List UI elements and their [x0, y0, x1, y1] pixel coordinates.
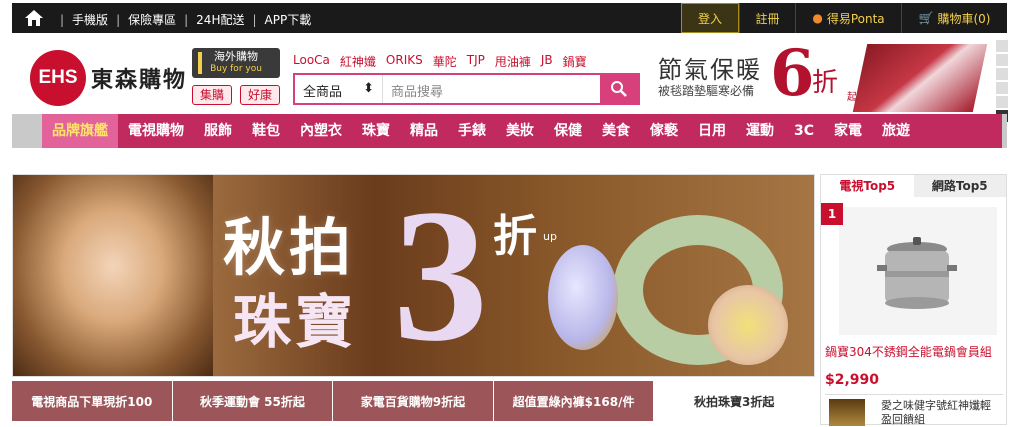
banner-tab-active[interactable]: 秋拍珠寶3折起 [654, 381, 815, 421]
nav-item[interactable]: 精品 [400, 114, 448, 148]
brand-link[interactable]: 鍋寶 [563, 53, 587, 70]
product-price: $2,990 [825, 372, 880, 388]
product-image-2[interactable] [829, 399, 865, 426]
nav-item[interactable]: 傢褻 [640, 114, 688, 148]
carousel-dot[interactable] [996, 96, 1008, 108]
cart-link[interactable]: 🛒 購物車(0) [901, 3, 1007, 33]
deals-button[interactable]: 好康 [240, 85, 280, 105]
tab-tv-top5[interactable]: 電視Top5 [821, 175, 914, 197]
search-button[interactable] [600, 75, 638, 103]
bedding-image [852, 44, 988, 112]
top5-panel: 電視Top5 網路Top5 1 鍋寶304不銹鋼全能電鍋會員組 $2,990 愛… [820, 174, 1007, 427]
promo-banner[interactable]: 節氣保暖 被毯踏墊驅寒必備 6 折 起 [652, 40, 992, 112]
nav-item[interactable]: 美食 [592, 114, 640, 148]
banner-tab[interactable]: 電視商品下單現折100 [12, 381, 173, 421]
brand-link[interactable]: JB [541, 53, 553, 70]
banner-tab[interactable]: 超值置綠內褲$168/件 [493, 381, 655, 421]
rank-badge: 1 [821, 203, 843, 225]
link-mobile[interactable]: 手機版 [72, 11, 108, 28]
brand-links: LooCa 紅神孅 ORIKS 華陀 TJP 甩油褲 JB 鍋寶 [293, 53, 587, 70]
top-links: | 手機版 | 保險專區 | 24H配送 | APP下載 [60, 11, 312, 28]
carousel-dot[interactable] [996, 54, 1008, 66]
ring-image [708, 285, 788, 365]
top-bar: | 手機版 | 保險專區 | 24H配送 | APP下載 登入 註冊 ● 得易P… [12, 3, 1007, 33]
product-image[interactable] [839, 207, 997, 335]
login-button[interactable]: 登入 [681, 3, 739, 33]
hero-banner[interactable]: 3 秋拍 珠寶 折 up [12, 174, 815, 377]
product-name[interactable]: 鍋寶304不銹鋼全能電鍋會員組 [825, 343, 1005, 360]
pendant-image [548, 245, 618, 350]
tab-online-top5[interactable]: 網路Top5 [913, 175, 1006, 197]
register-button[interactable]: 註冊 [739, 3, 795, 33]
product-name-2[interactable]: 愛之味健字號紅神孅輕盈回饋組 [881, 399, 1001, 427]
brand-link[interactable]: LooCa [293, 53, 330, 70]
nav-item[interactable]: 家電 [824, 114, 872, 148]
nav-item[interactable]: 運動 [736, 114, 784, 148]
banner-tabs: 電視商品下單現折100 秋季運動會 55折起 家電百貨購物9折起 超值置綠內褲$… [12, 381, 815, 421]
rice-cooker-image [877, 237, 957, 309]
nav-item[interactable]: 3C [784, 114, 824, 148]
nav-item[interactable]: 手錶 [448, 114, 496, 148]
model-image [13, 175, 213, 376]
brand-link[interactable]: ORIKS [386, 53, 423, 70]
ponta-link[interactable]: ● 得易Ponta [795, 3, 901, 33]
promo-carousel-dots [996, 40, 1008, 124]
nav-item[interactable]: 旅遊 [872, 114, 920, 148]
group-buy-button[interactable]: 集購 [192, 85, 232, 105]
nav-item[interactable]: 日用 [688, 114, 736, 148]
brand-link[interactable]: TJP [467, 53, 485, 70]
carousel-dot[interactable] [996, 68, 1008, 80]
banner-tab[interactable]: 秋季運動會 55折起 [172, 381, 334, 421]
link-24h-delivery[interactable]: 24H配送 [196, 11, 244, 28]
ponta-icon: ● [812, 11, 823, 25]
nav-item[interactable]: 電視購物 [118, 114, 194, 148]
link-app-download[interactable]: APP下載 [265, 11, 312, 28]
category-nav: 品牌旗艦 電視購物 服飾 鞋包 內塑衣 珠寶 精品 手錶 美妝 保健 美食 傢褻… [12, 114, 1007, 148]
nav-item[interactable]: 內塑衣 [290, 114, 352, 148]
banner-tab[interactable]: 家電百貨購物9折起 [333, 381, 494, 421]
nav-item[interactable]: 服飾 [194, 114, 242, 148]
home-icon[interactable] [24, 8, 44, 28]
search-input[interactable]: 商品搜尋 [383, 75, 600, 103]
logo-mark[interactable]: EHS [30, 50, 86, 106]
nav-item[interactable]: 保健 [544, 114, 592, 148]
logo-text[interactable]: 東森購物 [91, 62, 187, 94]
search-icon [611, 81, 627, 97]
account-links: 登入 註冊 ● 得易Ponta 🛒 購物車(0) [681, 3, 1007, 33]
search-bar: 全商品 ⬍ 商品搜尋 [293, 73, 640, 105]
carousel-dot[interactable] [996, 40, 1008, 52]
nav-item[interactable]: 品牌旗艦 [42, 114, 118, 148]
carousel-dot[interactable] [996, 82, 1008, 94]
brand-link[interactable]: 甩油褲 [495, 53, 531, 70]
brand-link[interactable]: 華陀 [433, 53, 457, 70]
cart-icon: 🛒 [918, 11, 934, 25]
overseas-shopping-button[interactable]: 海外購物 Buy for you [192, 48, 280, 78]
link-insurance[interactable]: 保險專區 [128, 11, 176, 28]
chevron-updown-icon: ⬍ [363, 81, 374, 96]
nav-item[interactable]: 鞋包 [242, 114, 290, 148]
brand-link[interactable]: 紅神孅 [340, 53, 376, 70]
nav-item[interactable]: 珠寶 [352, 114, 400, 148]
nav-item[interactable]: 美妝 [496, 114, 544, 148]
search-category-select[interactable]: 全商品 ⬍ [295, 75, 383, 103]
